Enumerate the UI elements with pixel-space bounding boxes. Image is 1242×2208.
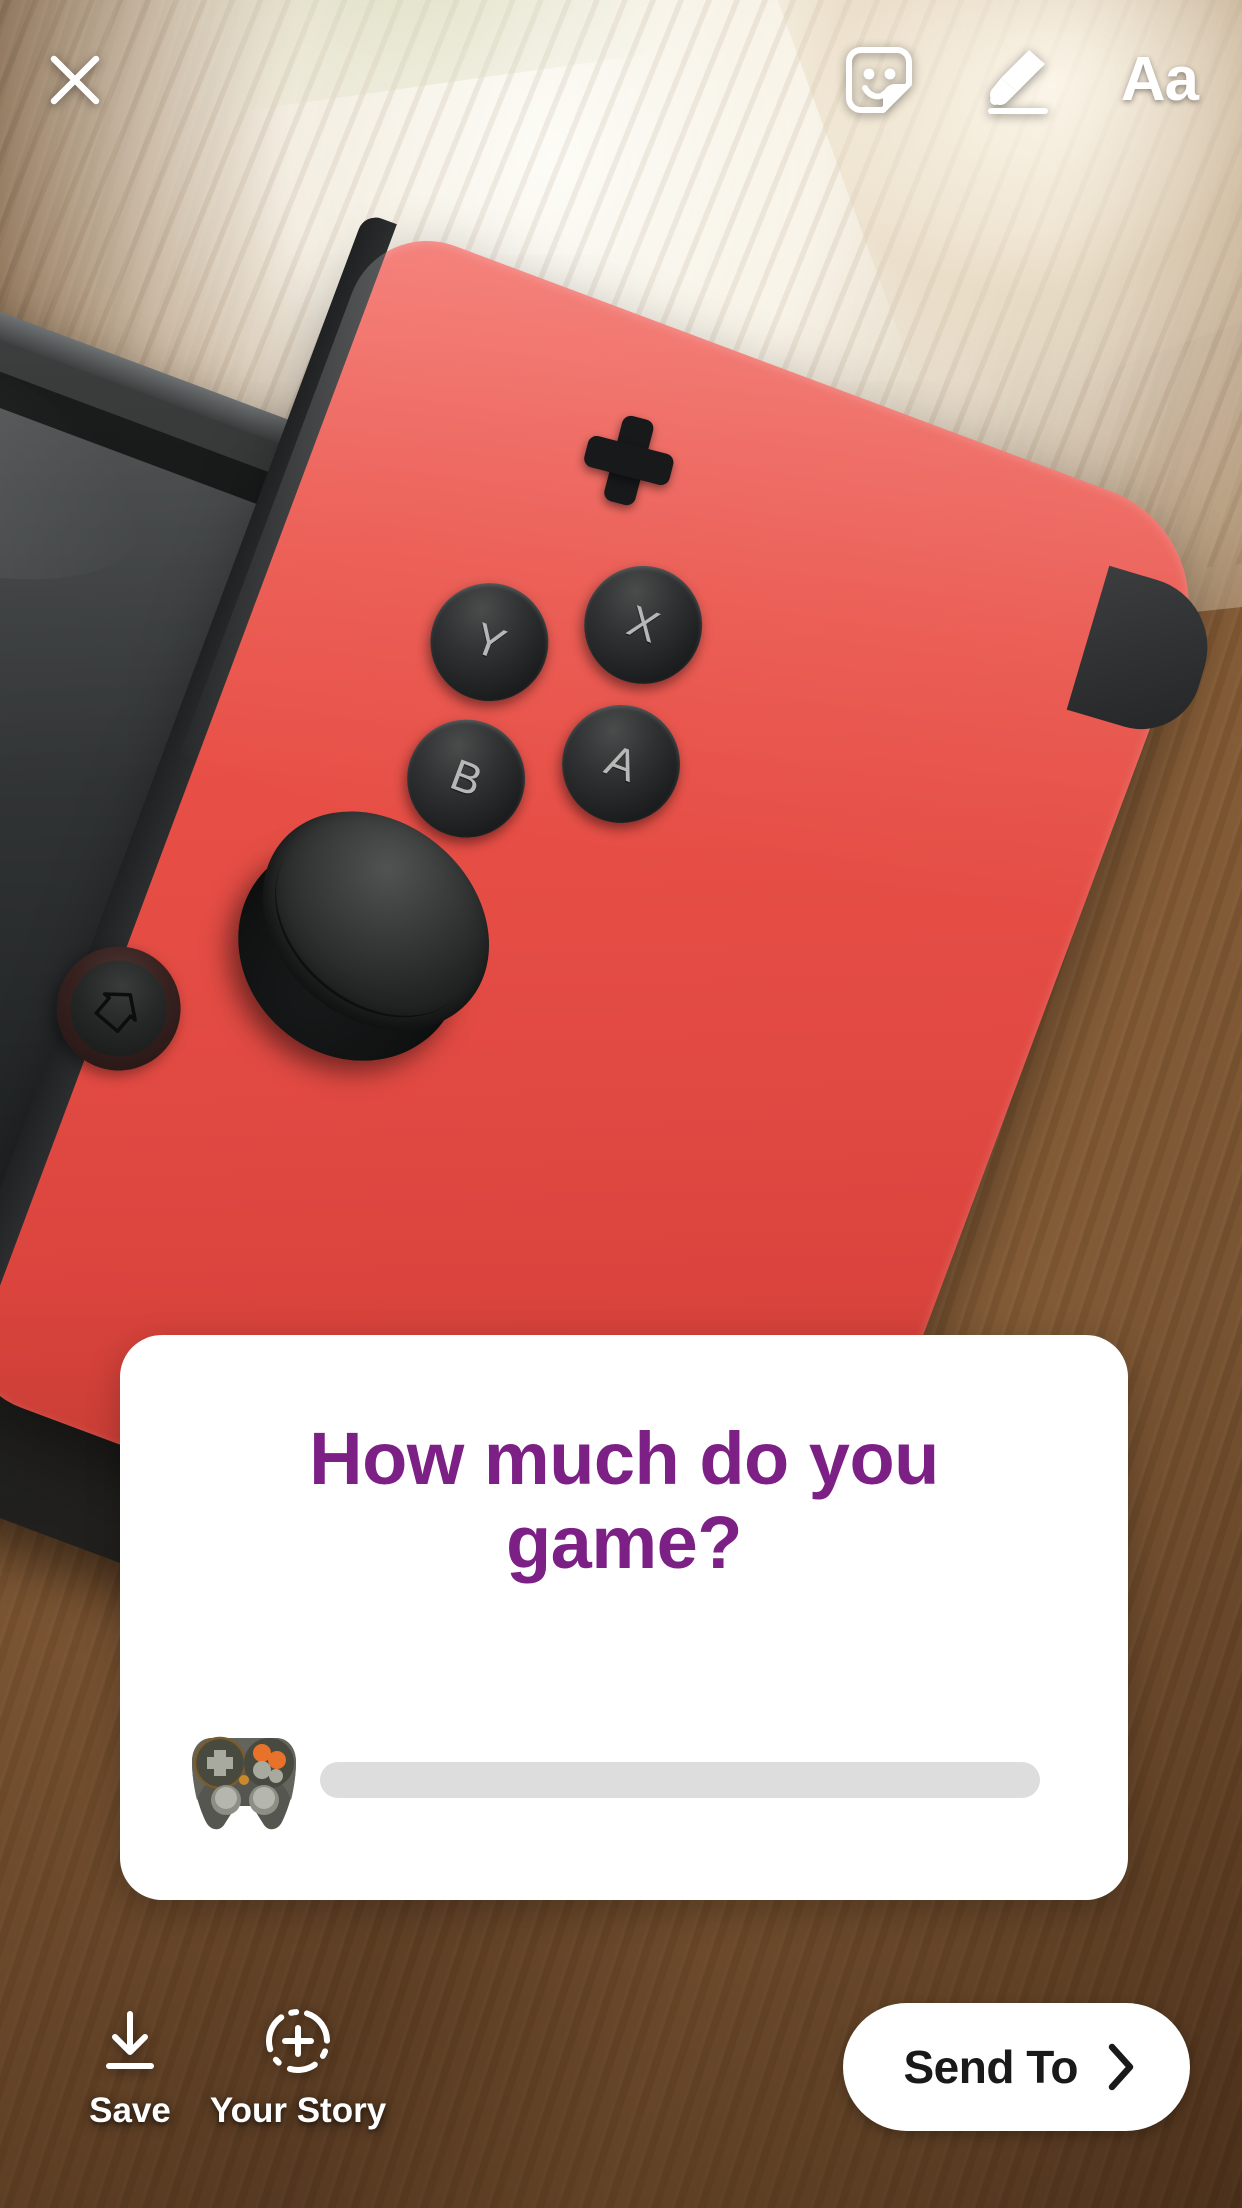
emoji-slider-track[interactable] bbox=[320, 1762, 1040, 1798]
story-editor-screen: X Y A B Aa How much do you game? Save Yo… bbox=[0, 0, 1242, 2208]
emoji-slider-sticker[interactable]: How much do you game? bbox=[120, 1335, 1128, 1900]
send-to-button[interactable]: Send To bbox=[843, 2003, 1190, 2131]
save-button[interactable]: Save bbox=[46, 2003, 214, 2131]
sticker-smiley-icon bbox=[845, 47, 912, 113]
close-x-icon bbox=[50, 55, 100, 105]
your-story-button[interactable]: Your Story bbox=[210, 2003, 386, 2131]
editor-bottom-toolbar: Save Your Story Send To bbox=[0, 1960, 1242, 2208]
add-to-story-plus-icon bbox=[266, 2009, 330, 2073]
download-arrow-icon bbox=[106, 2011, 154, 2069]
home-house-icon bbox=[94, 992, 137, 1034]
sticker-question-text: How much do you game? bbox=[309, 1417, 939, 1584]
save-label: Save bbox=[89, 2091, 171, 2130]
slider-row bbox=[120, 1660, 1128, 1900]
text-tool-button[interactable]: Aa bbox=[1121, 49, 1199, 111]
video-game-controller-emoji[interactable] bbox=[176, 1712, 312, 1848]
sticker-button[interactable] bbox=[843, 44, 915, 116]
editor-top-toolbar: Aa bbox=[0, 0, 1242, 160]
top-toolbar-actions: Aa bbox=[843, 44, 1199, 116]
your-story-label: Your Story bbox=[209, 2091, 387, 2130]
save-glyph bbox=[97, 2003, 163, 2079]
controller-emoji-glyph bbox=[192, 1736, 296, 1830]
your-story-glyph bbox=[260, 2003, 336, 2079]
close-button[interactable] bbox=[44, 49, 106, 111]
draw-button[interactable] bbox=[983, 44, 1053, 116]
marker-pen-icon bbox=[987, 50, 1048, 114]
send-to-label: Send To bbox=[903, 2041, 1078, 2093]
chevron-right-icon bbox=[1108, 2043, 1134, 2091]
